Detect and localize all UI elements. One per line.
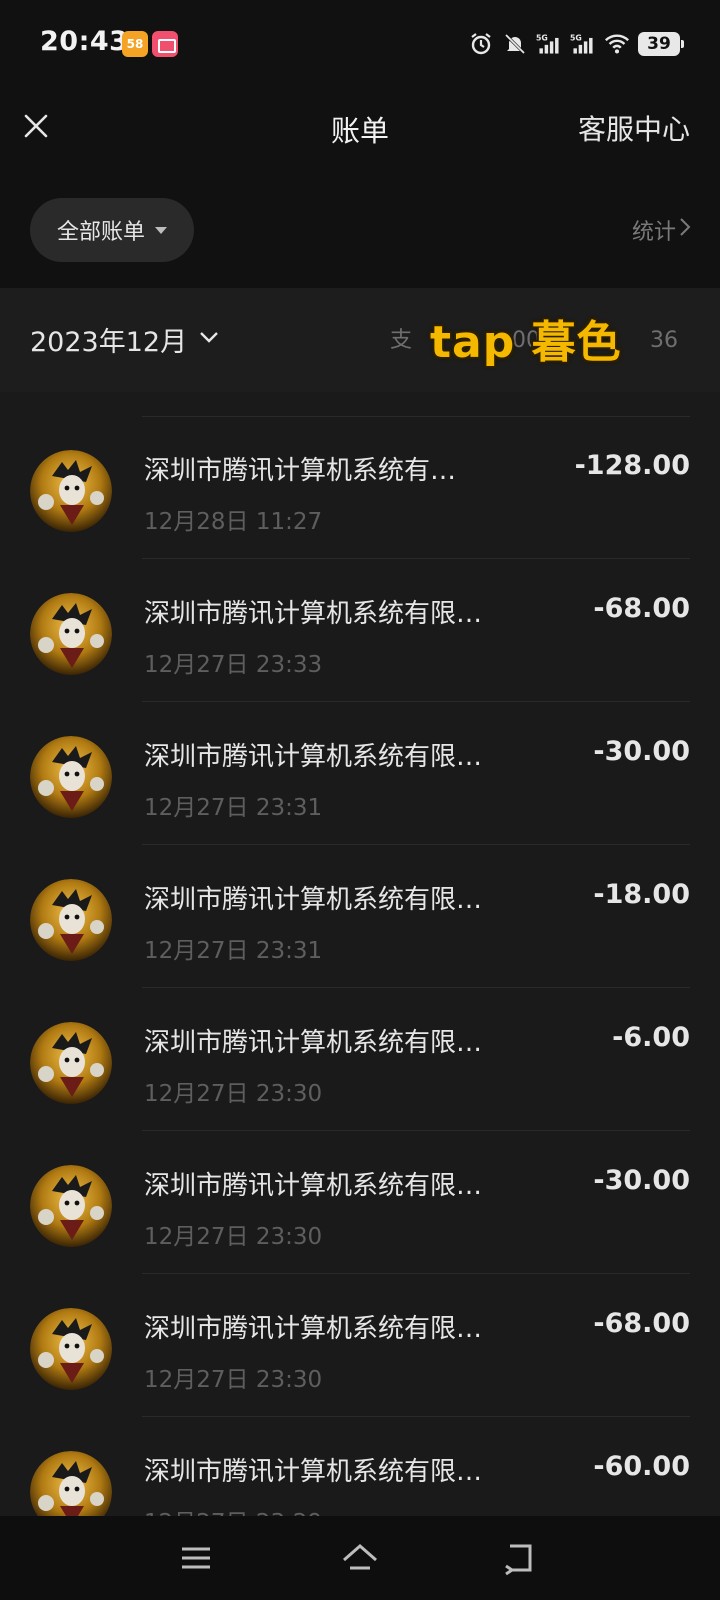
summary-end: 36	[650, 328, 678, 353]
filter-row: 全部账单 统计	[0, 174, 720, 288]
menu-icon[interactable]	[176, 1538, 216, 1578]
transaction-amount: -60.00	[593, 1451, 690, 1482]
merchant-avatar	[30, 450, 112, 532]
alarm-icon	[471, 33, 491, 55]
transaction-row[interactable]: 深圳市腾讯计算机系统有限… 12月27日 23:30 -6.00	[0, 988, 720, 1131]
signal-5g-icon: 5G	[536, 34, 559, 54]
transaction-row[interactable]: 深圳市腾讯计算机系统有限… 12月27日 23:33 -68.00	[0, 559, 720, 702]
transaction-row[interactable]: 深圳市腾讯计算机系统有限… 12月27日 23:31 -30.00	[0, 702, 720, 845]
svg-text:5G: 5G	[536, 34, 548, 43]
status-time: 20:43	[40, 26, 129, 57]
back-icon[interactable]	[500, 1538, 540, 1578]
month-header: 2023年12月 支 00 36 tap 暮色	[0, 288, 720, 392]
signal-5g-icon: 5G	[570, 34, 593, 54]
merchant-name: 深圳市腾讯计算机系统有限…	[144, 1028, 483, 1058]
notification-app-icon	[152, 31, 178, 57]
merchant-name: 深圳市腾讯计算机系统有限…	[144, 1457, 483, 1487]
transaction-row[interactable]: 深圳市腾讯计算机系统有限… 12月27日 23:30 -30.00	[0, 1131, 720, 1274]
home-icon[interactable]	[340, 1538, 380, 1578]
nav-bar: 账单 客服中心	[0, 88, 720, 174]
transaction-amount: -128.00	[574, 450, 690, 481]
transaction-time: 12月28日 11:27	[144, 509, 323, 535]
summary-prefix: 支	[389, 328, 412, 353]
system-nav-bar	[0, 1516, 720, 1600]
caret-down-icon	[155, 226, 167, 234]
merchant-name: 深圳市腾讯计算机系统有限…	[144, 599, 483, 629]
transaction-time: 12月27日 23:29	[144, 1503, 322, 1516]
transaction-amount: -68.00	[593, 1308, 690, 1339]
bill-filter-label: 全部账单	[56, 220, 145, 245]
app-58-icon: 58	[122, 31, 148, 57]
transaction-amount: -30.00	[593, 1165, 690, 1196]
merchant-avatar	[30, 1451, 112, 1516]
status-icons: 5G 5G 39	[468, 29, 684, 59]
status-bar: 20:43 58 5G 5G 39	[0, 0, 720, 88]
transaction-row[interactable]: 深圳市腾讯计算机系统有… 12月28日 11:27 -128.00	[0, 416, 720, 559]
merchant-name: 深圳市腾讯计算机系统有限…	[144, 1314, 483, 1344]
transaction-amount: -18.00	[593, 879, 690, 910]
merchant-avatar	[30, 1165, 112, 1247]
merchant-avatar	[30, 879, 112, 961]
transaction-amount: -30.00	[593, 736, 690, 767]
svg-text:5G: 5G	[570, 34, 582, 43]
transaction-amount: -68.00	[593, 593, 690, 624]
transaction-time: 12月27日 23:31	[144, 795, 323, 821]
transaction-time: 12月27日 23:31	[144, 938, 323, 964]
transaction-row[interactable]: 深圳市腾讯计算机系统有限… 12月27日 23:31 -18.00	[0, 845, 720, 988]
month-selector[interactable]: 2023年12月	[30, 320, 187, 359]
merchant-avatar	[30, 1022, 112, 1104]
chevron-right-icon	[680, 218, 691, 236]
chevron-down-icon[interactable]	[198, 328, 220, 346]
transaction-time: 12月27日 23:33	[144, 652, 323, 678]
merchant-name: 深圳市腾讯计算机系统有限…	[144, 1171, 483, 1201]
transaction-time: 12月27日 23:30	[144, 1367, 323, 1393]
customer-service-link[interactable]: 客服中心	[578, 108, 690, 148]
bill-filter-dropdown[interactable]: 全部账单	[30, 198, 194, 262]
transaction-row[interactable]: 深圳市腾讯计算机系统有限… 12月27日 23:29 -60.00	[0, 1417, 720, 1516]
merchant-avatar	[30, 593, 112, 675]
merchant-avatar	[30, 736, 112, 818]
transaction-list: 深圳市腾讯计算机系统有… 12月28日 11:27 -128.00 深圳市腾讯计…	[0, 392, 720, 1516]
transaction-amount: -6.00	[612, 1022, 690, 1053]
overlay-caption: tap 暮色	[430, 317, 622, 368]
battery-indicator: 39	[638, 32, 684, 56]
merchant-name: 深圳市腾讯计算机系统有…	[144, 456, 457, 486]
transaction-row[interactable]: 深圳市腾讯计算机系统有限… 12月27日 23:30 -68.00	[0, 1274, 720, 1417]
transaction-time: 12月27日 23:30	[144, 1081, 323, 1107]
merchant-name: 深圳市腾讯计算机系统有限…	[144, 885, 483, 915]
statistics-link[interactable]: 统计	[632, 214, 676, 246]
merchant-avatar	[30, 1308, 112, 1390]
wifi-icon	[605, 34, 629, 54]
transaction-time: 12月27日 23:30	[144, 1224, 323, 1250]
merchant-name: 深圳市腾讯计算机系统有限…	[144, 742, 483, 772]
mute-bell-icon	[504, 33, 526, 55]
